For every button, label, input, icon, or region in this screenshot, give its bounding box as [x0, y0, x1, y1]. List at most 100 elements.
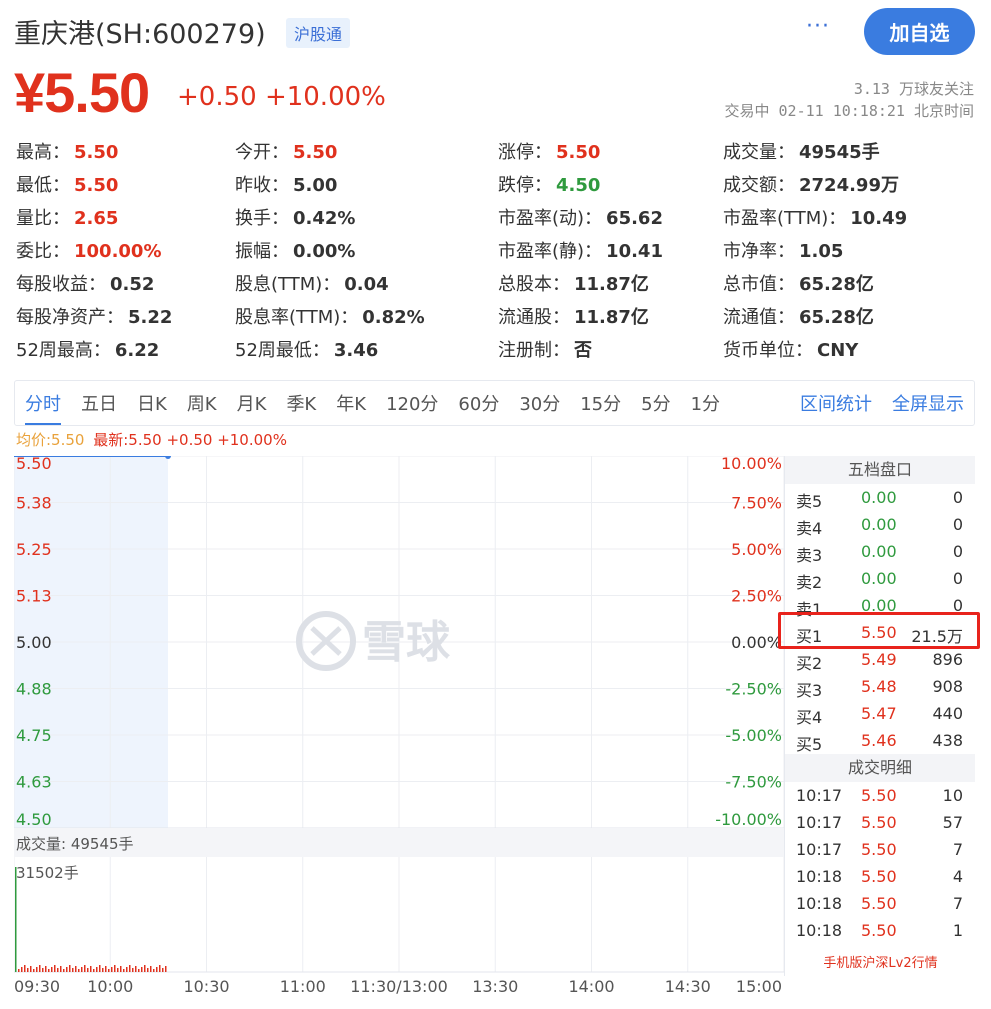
connect-badge[interactable]: 沪股通 — [286, 18, 351, 48]
volume-bar — [66, 967, 68, 972]
legend-latest: 最新:5.50 +0.50 +10.00% — [93, 431, 287, 449]
pct-tick-label: 2.50% — [731, 587, 782, 606]
volume-bar — [18, 969, 20, 972]
stat-item: 注册制：否 — [498, 336, 592, 362]
tab-period[interactable]: 120分 — [376, 381, 448, 425]
tab-period[interactable]: 周K — [177, 381, 227, 425]
stat-label: 振幅： — [235, 241, 289, 262]
range-stats-button[interactable]: 区间统计 — [790, 381, 882, 425]
stock-title: 重庆港(SH:600279) — [14, 19, 266, 50]
order-row: 买5 5.46 438 — [785, 727, 975, 754]
stat-item: 振幅： 0.00% — [235, 237, 355, 263]
tab-period[interactable]: 5分 — [631, 381, 680, 425]
pct-tick-label: 7.50% — [731, 494, 782, 513]
current-price: ¥5.50 — [14, 61, 150, 124]
volume-bar — [69, 965, 71, 972]
order-volume: 4 — [952, 867, 963, 886]
order-volume: 438 — [932, 731, 963, 750]
order-price: 0.00 — [861, 542, 897, 561]
pct-tick-label: 10.00% — [721, 456, 782, 473]
volume-bar — [96, 967, 98, 972]
stat-label: 52周最高： — [16, 340, 111, 361]
time-tick-label: 14:30 — [665, 977, 711, 996]
order-level: 买3 — [796, 681, 823, 700]
volume-bar — [24, 965, 26, 972]
trade-time: 10:18 — [796, 894, 843, 913]
stat-value: 5.22 — [128, 307, 173, 328]
order-volume: 10 — [942, 786, 963, 805]
tab-period[interactable]: 1分 — [681, 381, 730, 425]
volume-bar — [111, 967, 113, 972]
stat-item: 成交额： 2724.99万 — [723, 171, 899, 197]
order-price: 5.50 — [861, 786, 897, 805]
stat-item: 股息(TTM)： 0.04 — [235, 270, 389, 296]
stat-item: 市盈率(静)： 10.41 — [498, 237, 663, 263]
volume-bar — [165, 966, 167, 972]
stat-item: 货币单位： CNY — [723, 336, 858, 362]
time-tick-label: 13:30 — [472, 977, 518, 996]
stat-item: 总股本： 11.87亿 — [498, 270, 649, 296]
order-price: 5.50 — [861, 867, 897, 886]
tab-period[interactable]: 季K — [276, 381, 326, 425]
tab-period[interactable]: 60分 — [448, 381, 509, 425]
volume-bar — [108, 969, 110, 972]
stat-item: 总市值： 65.28亿 — [723, 270, 874, 296]
fullscreen-button[interactable]: 全屏显示 — [882, 381, 974, 425]
more-icon[interactable]: ··· — [806, 14, 830, 39]
stat-item: 最高： 5.50 — [16, 138, 118, 164]
stat-value: 5.50 — [74, 142, 119, 163]
stat-item: 昨收： 5.00 — [235, 171, 337, 197]
pct-tick-label: -7.50% — [725, 773, 782, 792]
tab-period[interactable]: 五日 — [71, 381, 127, 425]
stat-item: 涨停： 5.50 — [498, 138, 600, 164]
stat-label: 总股本： — [498, 274, 570, 295]
order-volume: 1 — [952, 921, 963, 940]
stat-value: 5.50 — [556, 142, 601, 163]
order-row: 卖5 0.00 0 — [785, 484, 975, 511]
stat-value: 1.05 — [799, 241, 844, 262]
trade-list: 10:17 5.50 10 10:17 5.50 57 10:17 5.50 7 10:18 5.5… — [785, 782, 975, 944]
stat-label: 每股收益： — [16, 274, 106, 295]
volume-bar — [60, 966, 62, 972]
stat-label: 最低： — [16, 175, 70, 196]
stat-item: 市盈率(TTM)： 10.49 — [723, 204, 907, 230]
followers-count[interactable]: 3.13 万球友关注 — [725, 78, 974, 100]
stat-item: 最低： 5.50 — [16, 171, 118, 197]
order-row: 卖2 0.00 0 — [785, 565, 975, 592]
mobile-lv2-link[interactable]: 手机版沪深Lv2行情 — [785, 952, 976, 976]
stat-item: 52周最高： 6.22 — [16, 336, 159, 362]
order-row: 买3 5.48 908 — [785, 673, 975, 700]
volume-bar — [90, 966, 92, 972]
tab-period[interactable]: 分时 — [15, 381, 71, 425]
stat-label: 委比： — [16, 241, 70, 262]
volume-bar — [162, 968, 164, 972]
stat-value: 2724.99万 — [799, 175, 899, 196]
tab-period[interactable]: 30分 — [509, 381, 570, 425]
intraday-chart[interactable]: 成交量: 49545手 31502手 雪球 5.50 10.00% 5.38 7.50% 5.… — [13, 453, 785, 1006]
price-tick-label: 5.25 — [16, 540, 52, 559]
time-tick-label: 09:30 — [14, 977, 60, 996]
tab-period[interactable]: 月K — [227, 381, 277, 425]
stat-label: 注册制： — [498, 340, 570, 361]
order-volume: 21.5万 — [911, 627, 963, 646]
trade-row: 10:18 5.50 4 — [785, 863, 975, 890]
watermark-text: 雪球 — [362, 617, 451, 668]
volume-bar — [57, 968, 59, 972]
tab-period[interactable]: 年K — [326, 381, 376, 425]
stat-label: 市净率： — [723, 241, 795, 262]
price-tick-label: 4.88 — [16, 680, 52, 699]
add-watchlist-button[interactable]: 加自选 — [864, 8, 975, 55]
trade-row: 10:17 5.50 7 — [785, 836, 975, 863]
volume-bar — [21, 967, 23, 972]
order-volume: 0 — [952, 488, 963, 507]
stat-value: 5.00 — [293, 175, 338, 196]
tab-period[interactable]: 15分 — [570, 381, 631, 425]
order-book-panel: 五档盘口 卖5 0.00 0 卖4 0.00 0 卖3 0.00 0 卖2 0.00 0 卖1 0.00 0… — [784, 456, 975, 976]
tab-period[interactable]: 日K — [127, 381, 177, 425]
volume-bar — [138, 969, 140, 972]
stat-item: 股息率(TTM)： 0.82% — [235, 303, 425, 329]
stat-label: 换手： — [235, 208, 289, 229]
order-volume: 7 — [952, 840, 963, 859]
order-row: 卖4 0.00 0 — [785, 511, 975, 538]
order-price: 5.50 — [861, 623, 897, 642]
